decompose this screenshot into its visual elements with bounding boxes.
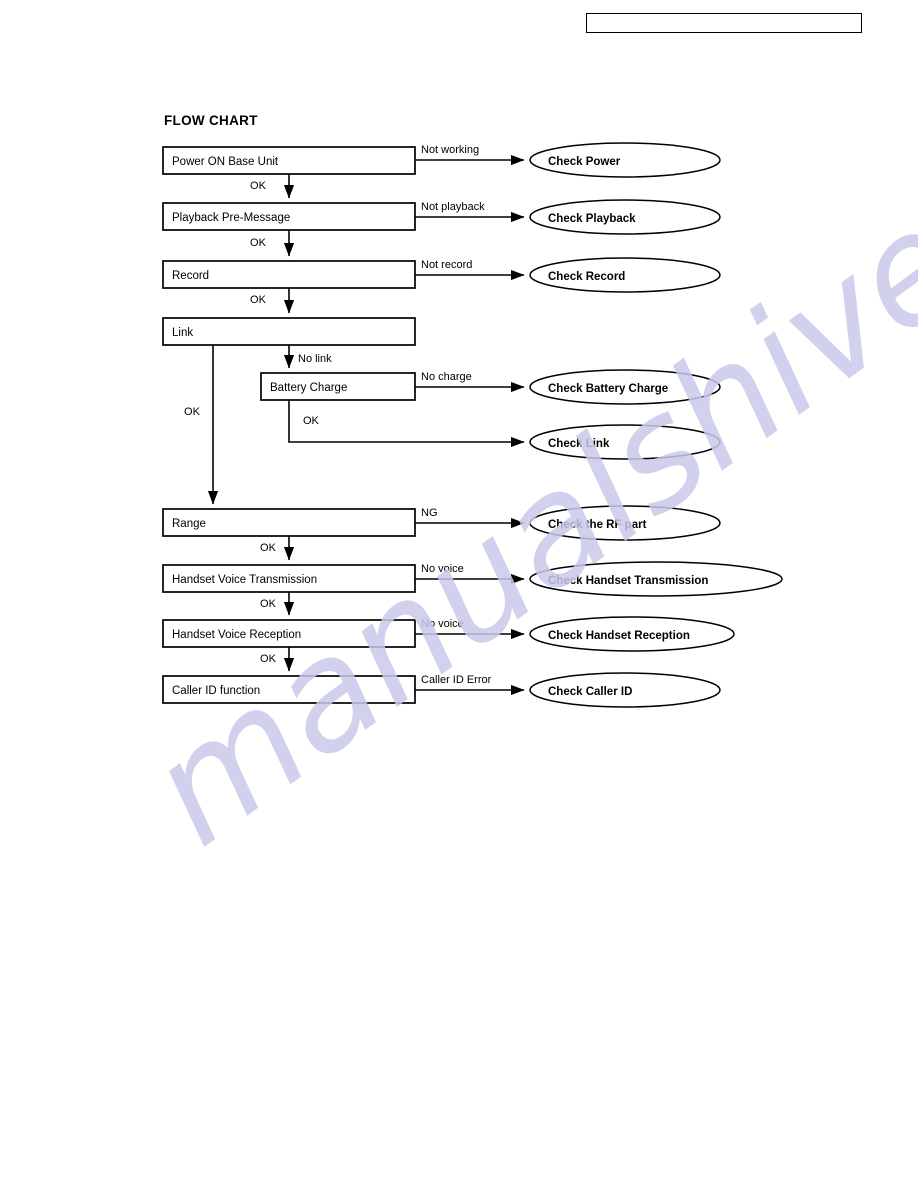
terminal-node-check-record[interactable]: Check Record <box>529 257 721 293</box>
terminal-label: Check Record <box>548 271 625 283</box>
edge-label-ok: OK <box>260 653 277 665</box>
process-label: Record <box>172 270 209 282</box>
terminal-label: Check Handset Transmission <box>548 575 708 587</box>
process-node-link[interactable]: Link <box>162 317 416 346</box>
process-label: Caller ID function <box>172 685 260 697</box>
terminal-label: Check Link <box>548 438 610 450</box>
terminal-label: Check Handset Reception <box>548 630 690 642</box>
process-label: Battery Charge <box>270 382 347 394</box>
terminal-label: Check Caller ID <box>548 686 632 698</box>
edge-label-no-voice: No voice <box>421 563 464 575</box>
edge-label-ng: NG <box>421 507 438 519</box>
terminal-label: Check Power <box>548 156 621 168</box>
connector-ok-battery-to-check-link <box>288 400 525 448</box>
process-box <box>162 317 416 346</box>
edge-label-not-record: Not record <box>421 259 472 271</box>
terminal-node-check-handset-transmission[interactable]: Check Handset Transmission <box>529 561 783 597</box>
process-label: Power ON Base Unit <box>172 156 279 168</box>
terminal-node-check-link[interactable]: Check Link <box>529 424 721 460</box>
edge-label-no-link: No link <box>298 353 332 365</box>
terminal-node-check-power[interactable]: Check Power <box>529 142 721 178</box>
terminal-label: Check Battery Charge <box>548 383 668 395</box>
process-label: Handset Voice Transmission <box>172 574 317 586</box>
edge-label-ok: OK <box>260 598 277 610</box>
edge-label-no-charge: No charge <box>421 371 472 383</box>
edge-label-ok: OK <box>260 542 277 554</box>
page-canvas: FLOW CHART manualshive.com Power ON Base… <box>0 0 918 1188</box>
process-label: Range <box>172 518 206 530</box>
terminal-node-check-battery-charge[interactable]: Check Battery Charge <box>529 369 721 405</box>
flowchart: Power ON Base Unit Playback Pre-Message … <box>162 142 783 708</box>
terminal-node-check-playback[interactable]: Check Playback <box>529 199 721 235</box>
edge-label-caller-id-error: Caller ID Error <box>421 674 492 686</box>
process-node-range[interactable]: Range <box>162 508 416 537</box>
edge-label-ok: OK <box>250 180 267 192</box>
edge-label-ok: OK <box>303 415 320 427</box>
process-node-power-on[interactable]: Power ON Base Unit <box>162 146 416 175</box>
edge-label-not-working: Not working <box>421 144 479 156</box>
process-node-caller-id-function[interactable]: Caller ID function <box>162 675 416 704</box>
process-label: Link <box>172 327 193 339</box>
edge-label-not-playback: Not playback <box>421 201 485 213</box>
terminal-node-check-rf-part[interactable]: Check the RF part <box>529 505 721 541</box>
terminal-label: Check Playback <box>548 213 636 225</box>
process-node-handset-voice-transmission[interactable]: Handset Voice Transmission <box>162 564 416 593</box>
process-node-playback-premessage[interactable]: Playback Pre-Message <box>162 202 416 231</box>
terminal-node-check-caller-id[interactable]: Check Caller ID <box>529 672 721 708</box>
process-label: Handset Voice Reception <box>172 629 301 641</box>
terminal-node-check-handset-reception[interactable]: Check Handset Reception <box>529 616 735 652</box>
edge-label-no-voice: No voice <box>421 618 464 630</box>
process-node-record[interactable]: Record <box>162 260 416 289</box>
terminal-label: Check the RF part <box>548 519 647 531</box>
edge-label-ok: OK <box>184 406 201 418</box>
process-node-battery-charge[interactable]: Battery Charge <box>260 372 416 401</box>
process-node-handset-voice-reception[interactable]: Handset Voice Reception <box>162 619 416 648</box>
edge-label-ok: OK <box>250 294 267 306</box>
edge-label-ok: OK <box>250 237 267 249</box>
process-label: Playback Pre-Message <box>172 212 290 224</box>
